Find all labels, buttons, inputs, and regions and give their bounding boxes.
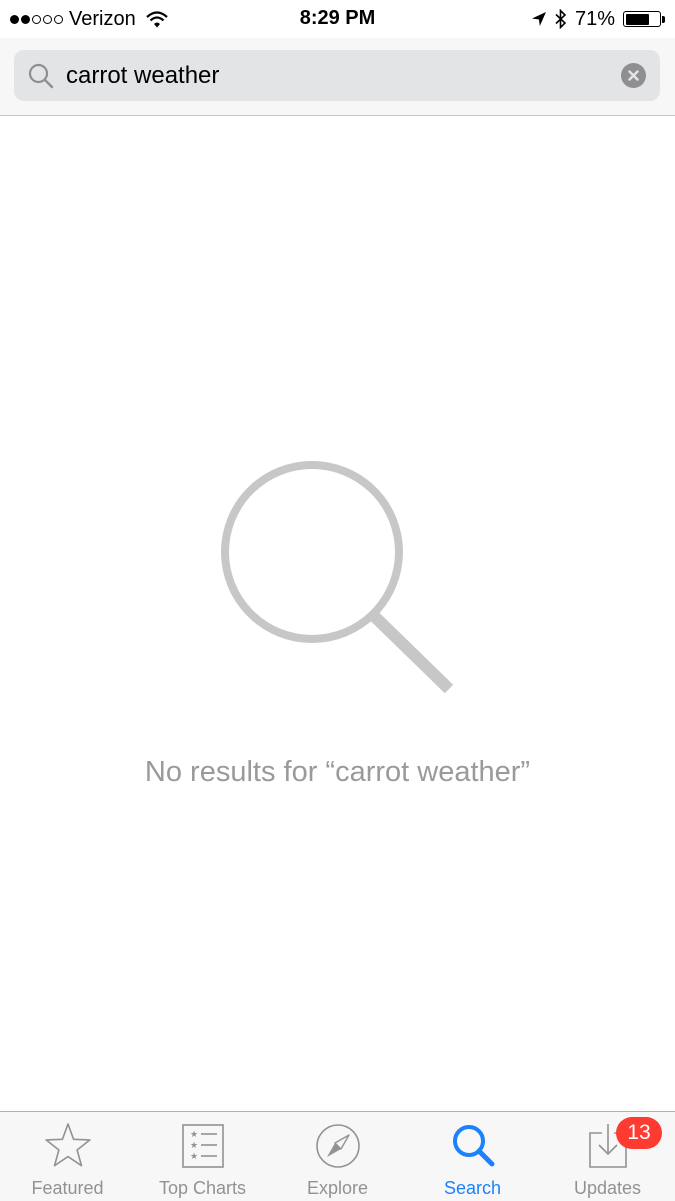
compass-icon xyxy=(315,1124,360,1168)
search-icon xyxy=(452,1125,494,1167)
tab-label-updates: Updates xyxy=(573,1178,642,1198)
battery-percent: 71% xyxy=(574,7,615,30)
tab-top-charts[interactable]: ★ ★ ★ Top Charts xyxy=(135,1112,270,1201)
svg-text:★: ★ xyxy=(190,1152,198,1162)
location-arrow-icon xyxy=(531,12,546,26)
svg-text:★: ★ xyxy=(190,1141,198,1151)
status-bar: Verizon 8:29 PM 71% xyxy=(0,0,675,38)
tab-search[interactable]: Search xyxy=(405,1112,540,1201)
updates-badge: 13 xyxy=(616,1117,662,1149)
clear-search-button[interactable] xyxy=(621,63,646,88)
status-right: 71% xyxy=(531,7,665,31)
battery-icon xyxy=(623,11,665,27)
tab-explore[interactable]: Explore xyxy=(270,1112,405,1201)
star-icon xyxy=(44,1123,91,1167)
svg-text:★: ★ xyxy=(190,1130,198,1140)
tab-label-featured: Featured xyxy=(31,1178,104,1198)
clear-icon xyxy=(628,70,639,81)
tab-bar: Featured ★ ★ ★ Top Charts Explore Search xyxy=(0,1111,675,1201)
bluetooth-icon xyxy=(555,9,567,29)
magnifier-icon xyxy=(221,461,454,694)
search-input[interactable] xyxy=(66,50,606,101)
tab-label-search: Search xyxy=(443,1178,502,1198)
search-icon xyxy=(28,63,54,89)
tab-label-top-charts: Top Charts xyxy=(158,1178,247,1198)
tab-featured[interactable]: Featured xyxy=(0,1112,135,1201)
list-icon: ★ ★ ★ xyxy=(181,1124,224,1168)
search-bar xyxy=(0,38,675,116)
no-results-message: No results for “carrot weather” xyxy=(144,756,531,788)
search-field[interactable] xyxy=(14,50,660,101)
tab-label-explore: Explore xyxy=(306,1178,369,1198)
